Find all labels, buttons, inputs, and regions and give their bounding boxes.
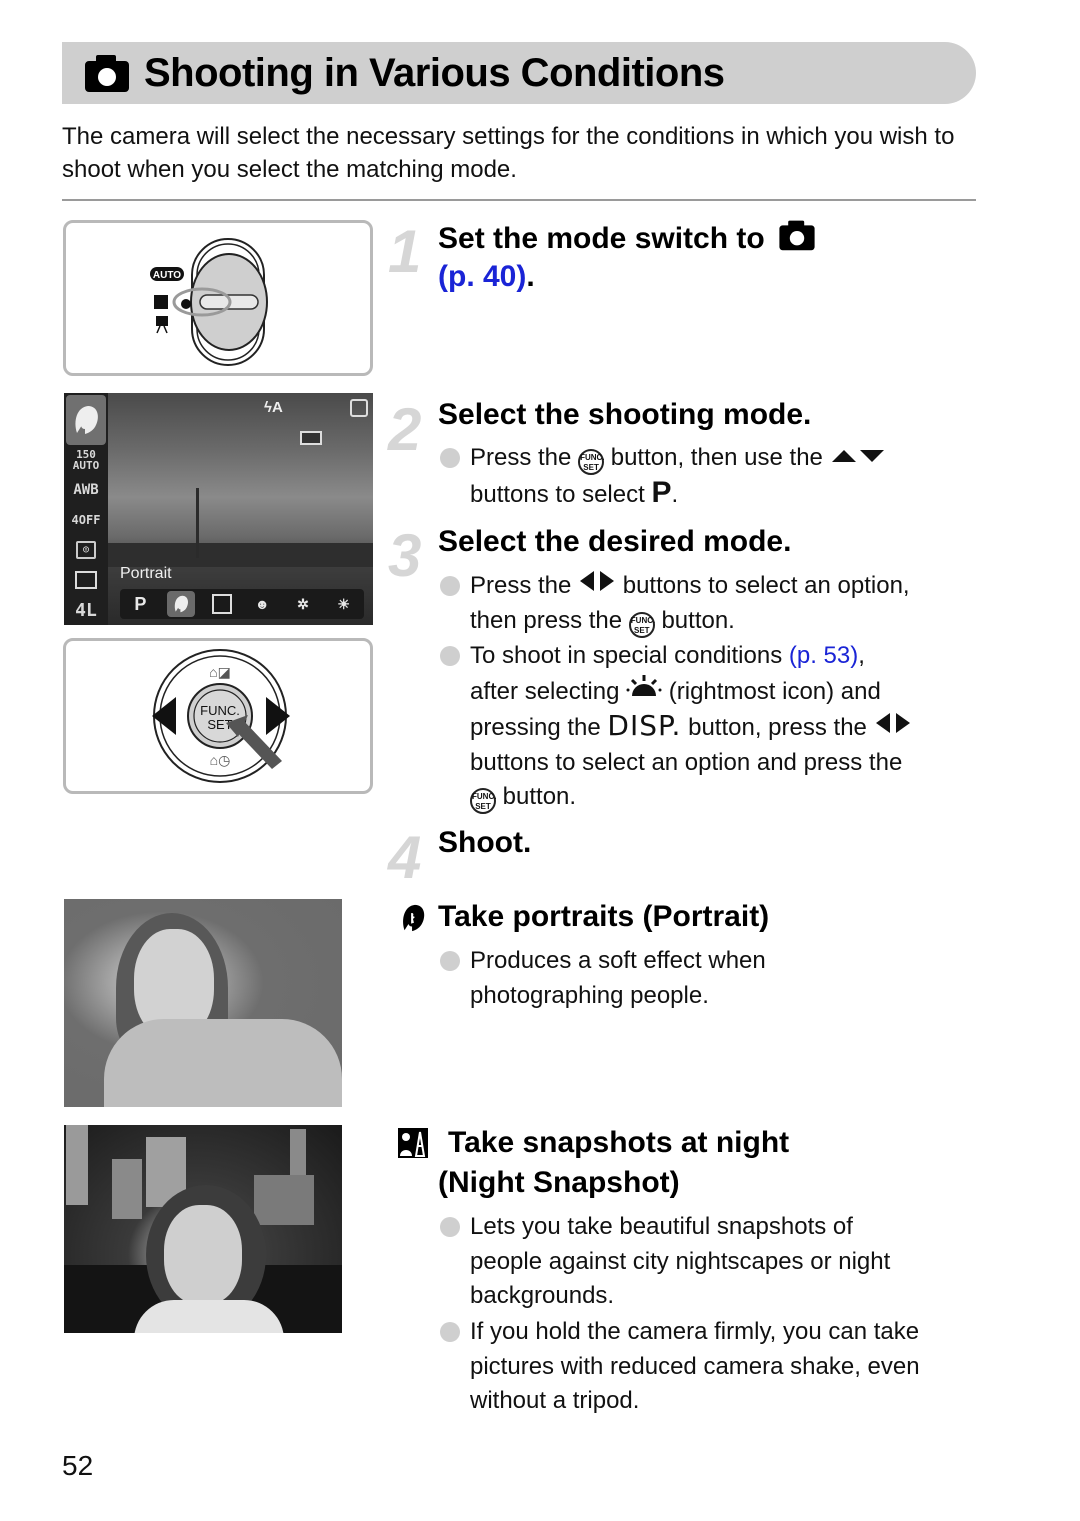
flash-off-icon: 4OFF <box>71 513 101 527</box>
page-53-link[interactable]: (p. 53) <box>789 642 858 669</box>
photo-building <box>112 1159 142 1219</box>
program-mode-icon: P <box>651 475 672 509</box>
portrait-mode-description: Produces a soft effect when photographin… <box>470 947 766 1009</box>
drive-icon <box>66 565 106 595</box>
mode-switch-drawing: AUTO <box>150 238 268 366</box>
disp-button-icon: DISP. <box>607 709 682 742</box>
indoor-icon: ✲ <box>297 595 309 612</box>
camera-shake-icon <box>350 399 368 417</box>
portrait-example-photo <box>64 899 342 1107</box>
bullet-icon <box>440 1322 460 1342</box>
portrait-mode-icon <box>398 902 428 939</box>
step-3-bullet-2: To shoot in special conditions (p. 53), … <box>470 639 980 815</box>
func-set-button-icon: FUNC. SET <box>578 449 605 475</box>
night-snapshot-title-line-1: Take snapshots at night <box>448 1126 790 1159</box>
step-number: 1 <box>388 218 422 285</box>
step-number: 4 <box>388 824 422 891</box>
left-right-arrows-icon <box>875 713 910 733</box>
section-title-bar: Shooting in Various Conditions <box>62 42 976 104</box>
lcd-function-menu: 150 AUTO AWB 4OFF ◎ 4L <box>64 393 108 625</box>
self-timer-icon: ⌂◷ <box>210 752 231 768</box>
auto-mode-icon: AUTO <box>153 270 181 281</box>
step-2-bullet: Press the FUNC. SET button, then use the … <box>470 441 980 512</box>
page-title: Shooting in Various Conditions <box>144 50 725 95</box>
program-mode-icon: P <box>134 593 147 614</box>
dial-func-label: FUNC. <box>200 703 240 718</box>
portrait-mode-icon <box>66 395 106 445</box>
movie-mode-icon <box>156 316 168 326</box>
intro-paragraph: The camera will select the necessary set… <box>62 123 955 183</box>
night-snapshot-description-1: Lets you take beautiful snapshots of peo… <box>470 1213 891 1309</box>
step-1-title: Set the mode switch to (p. 40). <box>438 219 978 296</box>
white-balance-icon: AWB <box>73 482 99 498</box>
step-2-title: Select the shooting mode. <box>438 398 812 431</box>
control-dial-illustration: FUNC. SET ⌂◪ ⌂◷ <box>63 638 373 794</box>
photo-building <box>254 1175 314 1225</box>
bullet-icon <box>440 951 460 971</box>
page-number: 52 <box>62 1450 94 1481</box>
image-size-icon: 4L <box>75 599 97 621</box>
up-down-arrows-icon <box>831 450 884 462</box>
lcd-mode-menu: P ☻ ✲ ☀ <box>120 589 364 619</box>
step-3-title: Select the desired mode. <box>438 525 792 558</box>
special-scene-icon: ☀ <box>337 595 350 612</box>
photo-shirt <box>104 1019 342 1107</box>
photo-sweater <box>134 1300 284 1333</box>
left-right-arrows-icon <box>580 571 615 591</box>
camera-icon <box>85 55 129 92</box>
camera-icon <box>779 220 815 251</box>
iso-icon: 150 AUTO <box>72 448 100 472</box>
photo-face <box>164 1205 242 1305</box>
func-set-button-icon: FUNC. SET <box>628 611 655 638</box>
lcd-mode-label: Portrait <box>120 565 172 582</box>
portrait-mode-title: Take portraits (Portrait) <box>438 900 770 933</box>
battery-icon <box>300 431 322 445</box>
lcd-background-tower <box>196 488 199 558</box>
photo-building <box>66 1125 88 1205</box>
divider <box>62 199 976 201</box>
exposure-icon: ⌂◪ <box>209 664 231 680</box>
portrait-mode-icon <box>166 591 195 617</box>
night-snapshot-icon <box>398 1128 428 1163</box>
flash-auto-icon: ϟA <box>264 399 283 416</box>
func-set-button-icon: FUNC. SET <box>470 788 496 814</box>
page-40-link[interactable]: (p. 40) <box>438 260 526 293</box>
night-snapshot-title-line-2: (Night Snapshot) <box>438 1166 680 1199</box>
bullet-icon <box>440 576 460 596</box>
bullet-icon <box>440 448 460 468</box>
step-number: 3 <box>388 522 422 589</box>
mode-switch-illustration: AUTO <box>63 220 373 376</box>
bullet-icon <box>440 646 460 666</box>
step-4-title: Shoot. <box>438 826 532 859</box>
control-dial-drawing: FUNC. SET ⌂◪ ⌂◷ <box>152 649 290 783</box>
night-snapshot-example-photo <box>64 1125 342 1333</box>
lcd-background-city <box>108 543 373 567</box>
night-snapshot-icon <box>208 591 236 617</box>
night-snapshot-description-2: If you hold the camera firmly, you can t… <box>470 1318 920 1414</box>
camera-mode-icon <box>154 295 168 309</box>
special-scene-icon <box>626 674 662 696</box>
step-number: 2 <box>388 396 422 463</box>
step-3-bullet-1: Press the buttons to select an option, t… <box>470 569 980 638</box>
metering-icon: ◎ <box>66 535 106 565</box>
kids-pets-icon: ☻ <box>254 596 270 612</box>
bullet-icon <box>440 1217 460 1237</box>
lcd-screen-image: 150 AUTO AWB 4OFF ◎ 4L ϟA Portrait P ☻ ✲… <box>64 393 373 625</box>
